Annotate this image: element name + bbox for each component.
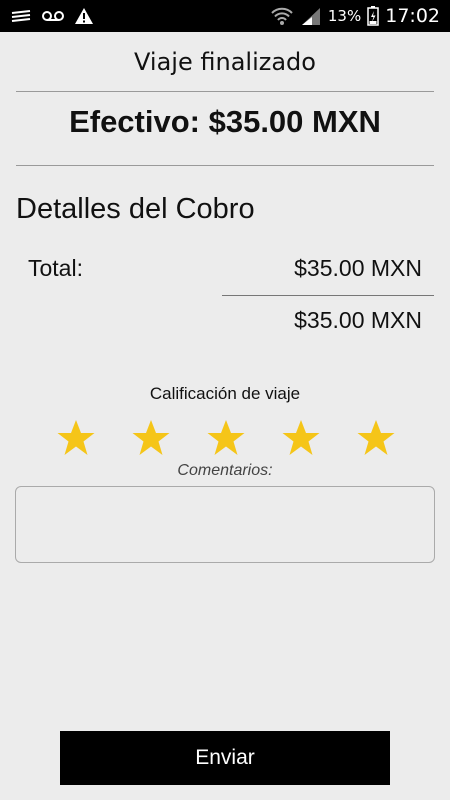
submit-button[interactable]: Enviar [60, 731, 390, 785]
wifi-icon [270, 6, 294, 26]
star-icon-2[interactable] [131, 418, 171, 458]
battery-percent: 13% [327, 7, 362, 25]
signal-icon [300, 6, 322, 26]
star-icon-5[interactable] [356, 418, 396, 458]
status-bar: 13% 17:02 [0, 0, 450, 32]
star-icon-3[interactable] [206, 418, 246, 458]
payment-summary: Efectivo: $35.00 MXN [69, 104, 381, 139]
status-right-icons: 13% 17:02 [270, 5, 440, 27]
rating-label: Calificación de viaje [149, 384, 301, 403]
notification-lines-icon [10, 9, 32, 23]
warning-icon [74, 7, 94, 25]
sum-value: $35.00 MXN [294, 307, 422, 333]
section-title: Detalles del Cobro [16, 193, 255, 225]
star-rating [56, 418, 396, 458]
status-left-icons [10, 7, 94, 25]
total-label: Total: [28, 255, 83, 281]
voicemail-icon [42, 9, 64, 23]
clock: 17:02 [385, 5, 440, 27]
total-value: $35.00 MXN [294, 255, 422, 281]
comments-field[interactable] [15, 486, 435, 563]
total-divider [222, 295, 434, 296]
summary-divider [16, 165, 434, 166]
page-title: Viaje finalizado [134, 48, 316, 76]
comments-label: Comentarios: [177, 462, 273, 479]
battery-icon [367, 6, 379, 26]
star-icon-4[interactable] [281, 418, 321, 458]
header-divider [16, 91, 434, 92]
star-icon-1[interactable] [56, 418, 96, 458]
